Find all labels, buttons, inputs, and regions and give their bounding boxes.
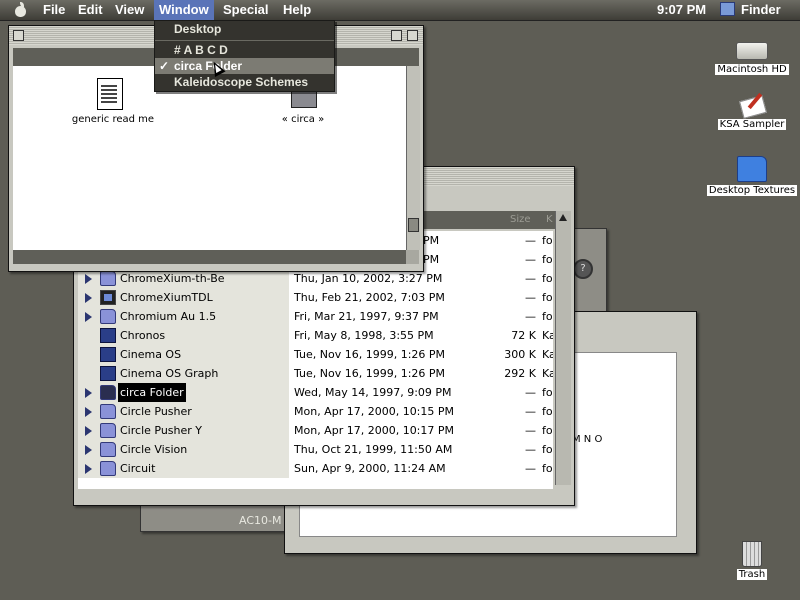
window-menu-dropdown: Desktop # A B C D ✓ circa Folder Kaleidos…: [154, 20, 335, 92]
folder-label: M N O: [572, 434, 603, 445]
column-kind[interactable]: K: [546, 214, 553, 225]
table-row[interactable]: Chronos Fri, May 8, 1998, 3:55 PM 72 K Ka: [78, 326, 553, 345]
disclosure-triangle-icon[interactable]: [85, 388, 92, 398]
menu-edit[interactable]: Edit: [73, 0, 108, 20]
disclosure-triangle-icon[interactable]: [85, 464, 92, 474]
zoom-box-icon[interactable]: [391, 30, 402, 41]
collapse-box-icon[interactable]: [407, 30, 418, 41]
app-name: Finder: [741, 2, 781, 17]
folder-icon: [737, 156, 767, 182]
theme-file-icon: [100, 366, 116, 381]
table-row[interactable]: Circle Vision Thu, Oct 21, 1999, 11:50 AM…: [78, 440, 553, 459]
menu-separator: [155, 40, 334, 41]
menu-view[interactable]: View: [110, 0, 149, 20]
disclosure-triangle-icon[interactable]: [85, 445, 92, 455]
window-label: AC10-M: [239, 514, 282, 527]
folder-icon: [100, 442, 116, 457]
column-size[interactable]: Size: [510, 214, 531, 225]
table-row-selected[interactable]: circa Folder Wed, May 14, 1997, 9:09 PM — f…: [78, 383, 553, 402]
menu-bar: File Edit View Window Special Help 9:07 …: [0, 0, 800, 21]
disclosure-triangle-icon[interactable]: [85, 293, 92, 303]
folder-icon: [100, 385, 116, 400]
icon-label[interactable]: generic read me: [65, 114, 161, 125]
menu-item-kaleidoscope-schemes[interactable]: Kaleidoscope Schemes: [155, 74, 334, 90]
table-row[interactable]: CircuitSun, Apr 9, 2000, 11:24 AM—fol: [78, 459, 553, 478]
desktop-icon-macintosh-hd[interactable]: Macintosh HD: [712, 42, 792, 75]
finder-icon: [720, 2, 735, 16]
disclosure-triangle-icon[interactable]: [85, 407, 92, 417]
menu-special[interactable]: Special: [218, 0, 274, 20]
menu-window[interactable]: Window: [154, 0, 214, 20]
disclosure-triangle-icon[interactable]: [85, 426, 92, 436]
apple-menu-icon[interactable]: [14, 2, 28, 18]
table-row[interactable]: Circle Pusher Y Mon, Apr 17, 2000, 10:17 …: [78, 421, 553, 440]
disclosure-triangle-icon[interactable]: [85, 274, 92, 284]
menu-help[interactable]: Help: [278, 0, 316, 20]
document-icon[interactable]: [97, 78, 123, 110]
horizontal-scrollbar[interactable]: [13, 250, 406, 264]
folder-icon: [100, 461, 116, 476]
menu-item-circa-folder[interactable]: ✓ circa Folder: [155, 58, 334, 74]
menu-file[interactable]: File: [38, 0, 70, 20]
icon-label[interactable]: « circa »: [263, 114, 343, 125]
column-headers: Size K: [422, 211, 568, 229]
table-row[interactable]: ChromeXiumTDL Thu, Feb 21, 2002, 7:03 PM —…: [78, 288, 553, 307]
menu-item-abcd[interactable]: # A B C D: [155, 42, 334, 58]
table-row[interactable]: Chromium Au 1.5 Fri, Mar 21, 1997, 9:37 P…: [78, 307, 553, 326]
menu-clock[interactable]: 9:07 PM: [657, 0, 706, 20]
trash-icon: [742, 541, 762, 567]
folder-icon: [100, 404, 116, 419]
window-content: generic read me « circa »: [13, 66, 406, 250]
application-menu[interactable]: Finder: [720, 0, 781, 20]
menu-item-desktop[interactable]: Desktop: [155, 21, 334, 37]
disclosure-triangle-icon[interactable]: [85, 312, 92, 322]
resize-handle-icon[interactable]: [406, 250, 419, 264]
help-icon[interactable]: ?: [573, 259, 593, 279]
table-row[interactable]: Circle Pusher Mon, Apr 17, 2000, 10:15 PM…: [78, 402, 553, 421]
folder-icon: [100, 271, 116, 286]
hard-disk-icon: [736, 42, 768, 60]
scroll-thumb[interactable]: [408, 218, 419, 232]
checkmark-icon: ✓: [159, 59, 170, 73]
theme-file-icon: [100, 328, 116, 343]
desktop-icon-trash[interactable]: Trash: [722, 541, 782, 580]
theme-file-icon: [100, 347, 116, 362]
desktop-icon-desktop-textures[interactable]: Desktop Textures: [704, 156, 800, 196]
vertical-scrollbar[interactable]: [555, 211, 571, 485]
table-row[interactable]: Cinema OS Tue, Nov 16, 1999, 1:26 PM 300 K…: [78, 345, 553, 364]
desktop-icon-ksa-sampler[interactable]: KSA Sampler: [712, 92, 792, 130]
close-box-icon[interactable]: [13, 30, 24, 41]
scroll-up-arrow-icon[interactable]: [559, 214, 567, 221]
document-pen-icon: [739, 92, 765, 116]
folder-icon: [100, 423, 116, 438]
application-icon: [100, 290, 116, 305]
table-row[interactable]: Cinema OS Graph Tue, Nov 16, 1999, 1:26 P…: [78, 364, 553, 383]
vertical-scrollbar[interactable]: [406, 66, 420, 250]
folder-icon: [100, 309, 116, 324]
